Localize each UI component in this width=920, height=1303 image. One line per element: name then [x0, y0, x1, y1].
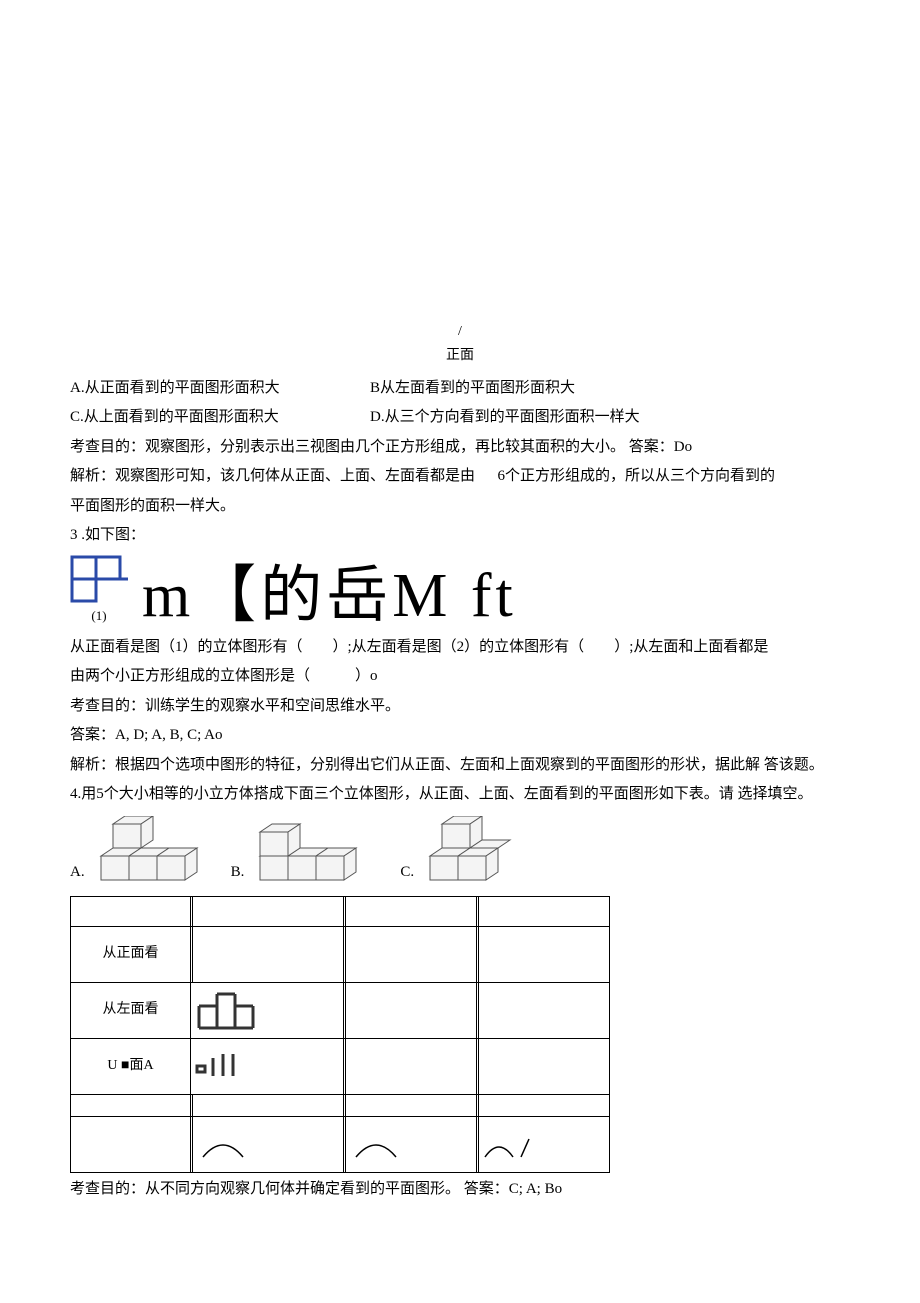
front-label: 正面 — [70, 344, 850, 368]
q3-figure-row: (1) m【的岳M ft — [70, 555, 850, 627]
q2-analysis-line2: 平面图形的面积一样大。 — [70, 494, 850, 520]
q4-option-c-label: C. — [400, 860, 414, 886]
cube-figure-c-icon — [420, 816, 530, 886]
bars-icon — [191, 1052, 261, 1080]
q3-answer: 答案：A, D; A, B, C; Ao — [70, 723, 850, 749]
q3-analysis: 解析：根据四个选项中图形的特征，分别得出它们从正面、左面和上面观察到的平面图形的… — [70, 753, 850, 779]
q4-options-row: A. B. — [70, 816, 850, 886]
q2-analysis-pre: 解析：观察图形可知，该几何体从正面、上面、左面看都是由 — [70, 468, 475, 484]
table-row-left: 从左面看 — [71, 982, 610, 1038]
arc-icon — [193, 1129, 253, 1159]
table-shape-cell — [191, 982, 344, 1038]
q4-option-c: C. — [400, 816, 530, 886]
q4-option-b-label: B. — [231, 860, 245, 886]
table-row-left-label: 从左面看 — [71, 982, 191, 1038]
q2-option-d: D.从三个方向看到的平面图形面积一样大 — [370, 405, 640, 431]
q4-option-a: A. — [70, 816, 211, 886]
q2-analysis-line1: 解析：观察图形可知，该几何体从正面、上面、左面看都是由 6个正方形组成的，所以从… — [70, 464, 850, 490]
q2-option-b: B从左面看到的平面图形面积大 — [370, 376, 575, 402]
table-arc-row — [71, 1116, 610, 1172]
q3-fill1-mid: ）;从左面看是图（2）的立体图形有（ — [333, 639, 585, 655]
table-row-front-label: 从正面看 — [71, 926, 191, 982]
q3-big-glyphs: m【的岳M ft — [142, 565, 517, 627]
q3-figure-1: (1) — [70, 555, 128, 627]
q2-purpose: 考查目的：观察图形，分别表示出三视图由几个正方形组成，再比较其面积的大小。 答案… — [70, 435, 850, 461]
q4-option-b: B. — [231, 816, 381, 886]
views-table: 从正面看 从左面看 U ■面A — [70, 896, 610, 1173]
table-blank-row — [71, 1094, 610, 1116]
table-row-top-label: U ■面A — [71, 1038, 191, 1094]
q3-figure-1-label: (1) — [91, 605, 106, 627]
q3-fill-line1: 从正面看是图（1）的立体图形有（ ）;从左面看是图（2）的立体图形有（ ）;从左… — [70, 635, 850, 661]
q2-options-row-1: A.从正面看到的平面图形面积大 B从左面看到的平面图形面积大 — [70, 376, 850, 402]
table-row-top: U ■面A — [71, 1038, 610, 1094]
q3-purpose: 考查目的：训练学生的观察水平和空间思维水平。 — [70, 694, 850, 720]
q2-options-row-2: C.从上面看到的平面图形面积大 D.从三个方向看到的平面图形面积一样大 — [70, 405, 850, 431]
cube-figure-b-icon — [250, 816, 380, 886]
grid-shape-icon — [70, 555, 128, 603]
q3-fill1-pre: 从正面看是图（1）的立体图形有（ — [70, 639, 303, 655]
cube-figure-a-icon — [91, 816, 211, 886]
arc-cell-3 — [478, 1116, 609, 1172]
arc-cell-2 — [345, 1116, 476, 1172]
q2-analysis-mid: 6个正方形组成的，所以从三个方向看到的 — [498, 468, 776, 484]
arc-icon — [479, 1129, 539, 1159]
q3-fill-line2: 由两个小正方形组成的立体图形是（ ）o — [70, 664, 850, 690]
front-label-block: / 正面 — [70, 320, 850, 368]
table-bars-cell — [191, 1038, 344, 1094]
q2-option-c: C.从上面看到的平面图形面积大 — [70, 405, 370, 431]
q4-purpose: 考查目的：从不同方向观察几何体并确定看到的平面图形。 答案：C; A; Bo — [70, 1177, 850, 1203]
arc-icon — [346, 1129, 406, 1159]
q2-option-a: A.从正面看到的平面图形面积大 — [70, 376, 370, 402]
q4-option-a-label: A. — [70, 860, 85, 886]
q3-title: 3 .如下图： — [70, 523, 850, 549]
arc-cell-1 — [193, 1116, 343, 1172]
q4-stem: 4.用5个大小相等的小立方体搭成下面三个立体图形，从正面、上面、左面看到的平面图… — [70, 782, 850, 808]
table-header-row — [71, 896, 610, 926]
table-row-front: 从正面看 — [71, 926, 610, 982]
shape-icon — [191, 988, 261, 1032]
q3-fill1-post: ）;从左面和上面看都是 — [614, 639, 768, 655]
slash-mark: / — [70, 320, 850, 344]
